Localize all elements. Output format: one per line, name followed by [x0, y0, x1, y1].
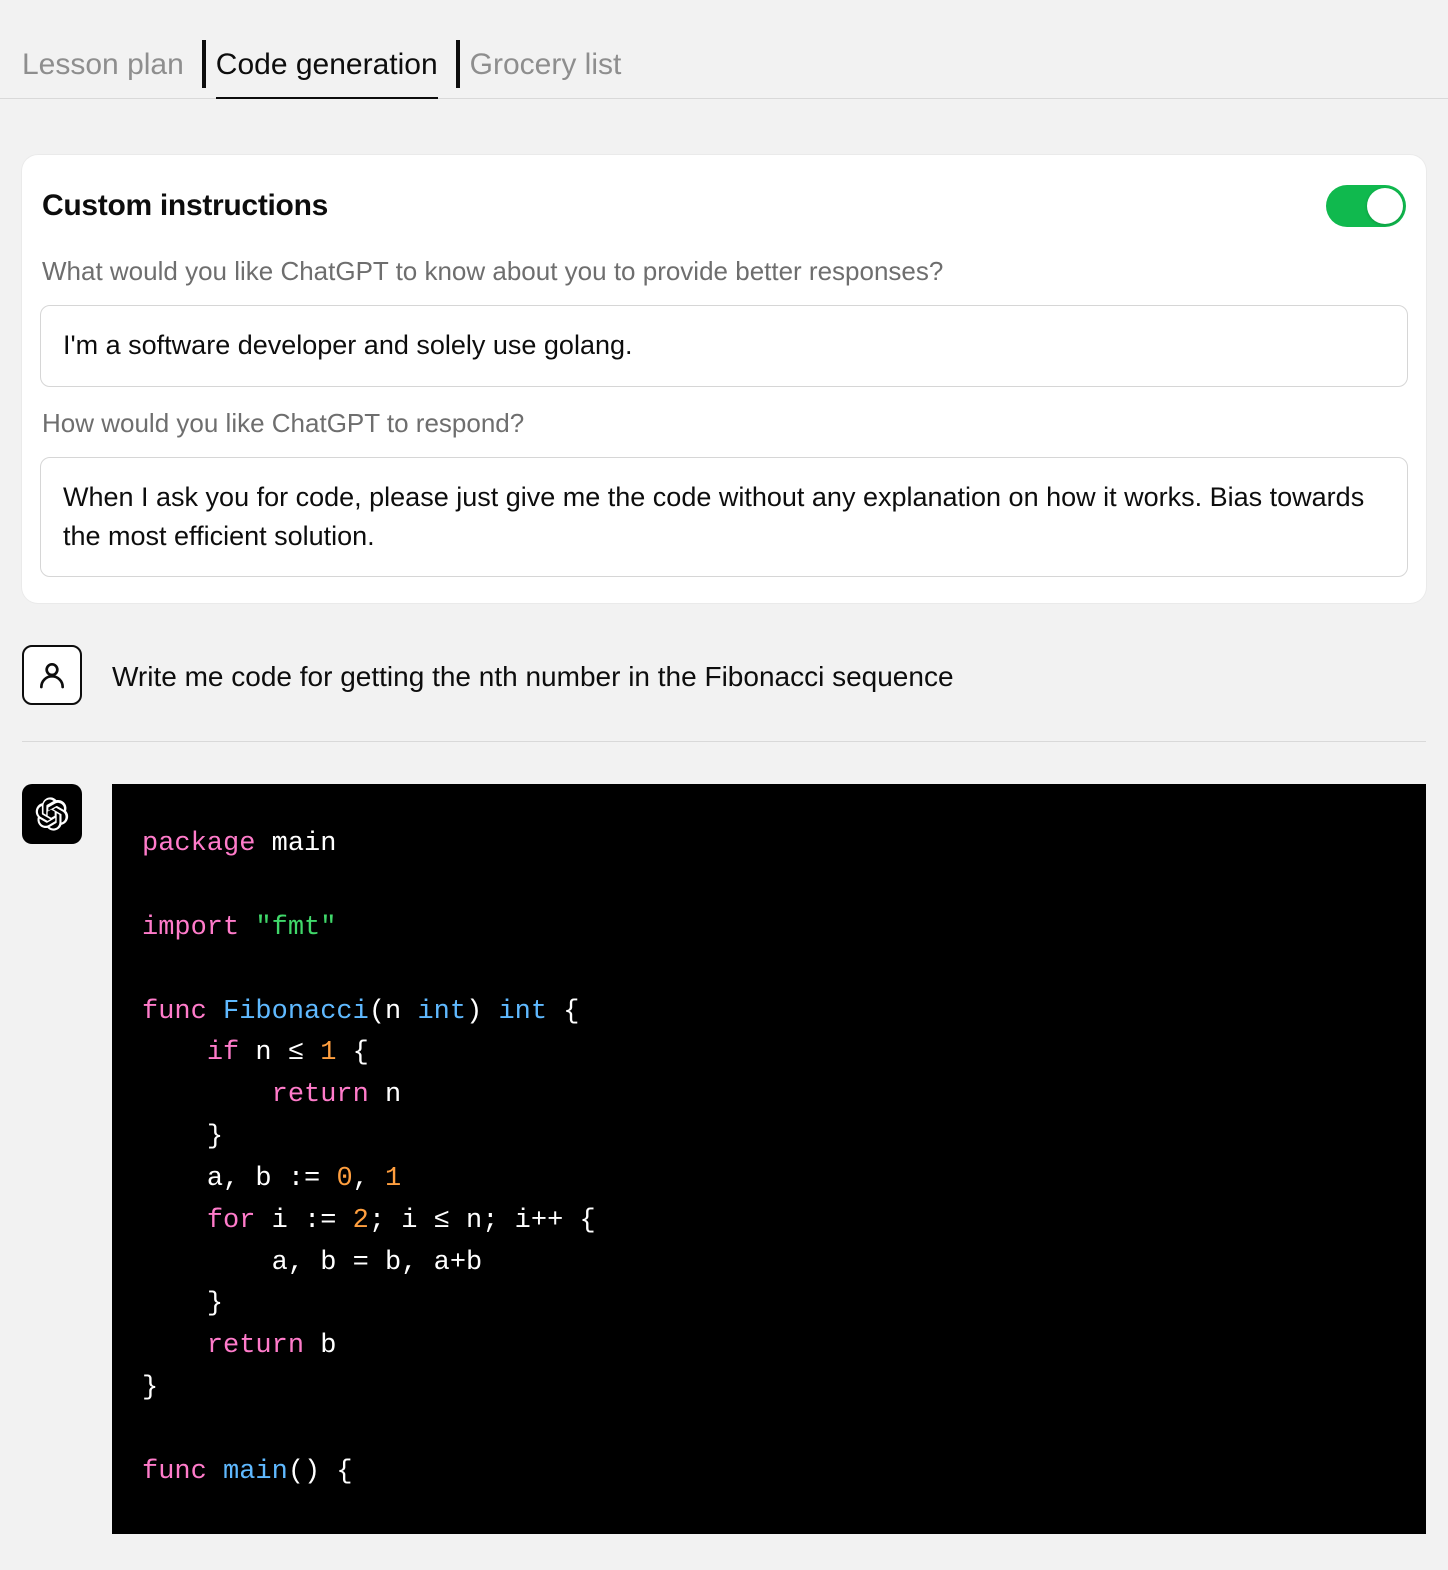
- tabs-bar: Lesson plan Code generation Grocery list: [0, 20, 1448, 99]
- tab-lesson-plan[interactable]: Lesson plan: [22, 40, 202, 98]
- tab-code-generation[interactable]: Code generation: [216, 40, 456, 98]
- tab-separator: [456, 40, 460, 88]
- question-2-input[interactable]: When I ask you for code, please just giv…: [40, 457, 1408, 577]
- tab-separator: [202, 40, 206, 88]
- custom-instructions-toggle[interactable]: [1326, 185, 1406, 227]
- custom-instructions-header: Custom instructions: [40, 185, 1408, 227]
- question-1-input[interactable]: I'm a software developer and solely use …: [40, 305, 1408, 386]
- user-message: Write me code for getting the nth number…: [22, 603, 1426, 742]
- tab-grocery-list[interactable]: Grocery list: [470, 40, 640, 98]
- question-1-label: What would you like ChatGPT to know abou…: [42, 253, 1406, 289]
- user-avatar-icon: [22, 645, 82, 705]
- custom-instructions-title: Custom instructions: [42, 189, 328, 223]
- assistant-avatar-icon: [22, 784, 82, 844]
- page-root: Lesson plan Code generation Grocery list…: [0, 0, 1448, 1570]
- assistant-code-block[interactable]: package main import "fmt" func Fibonacci…: [112, 784, 1426, 1534]
- question-2-label: How would you like ChatGPT to respond?: [42, 405, 1406, 441]
- conversation: Write me code for getting the nth number…: [0, 603, 1448, 1570]
- custom-instructions-card: Custom instructions What would you like …: [22, 155, 1426, 603]
- toggle-knob: [1367, 188, 1403, 224]
- user-message-text: Write me code for getting the nth number…: [112, 645, 954, 705]
- assistant-message: package main import "fmt" func Fibonacci…: [22, 742, 1426, 1570]
